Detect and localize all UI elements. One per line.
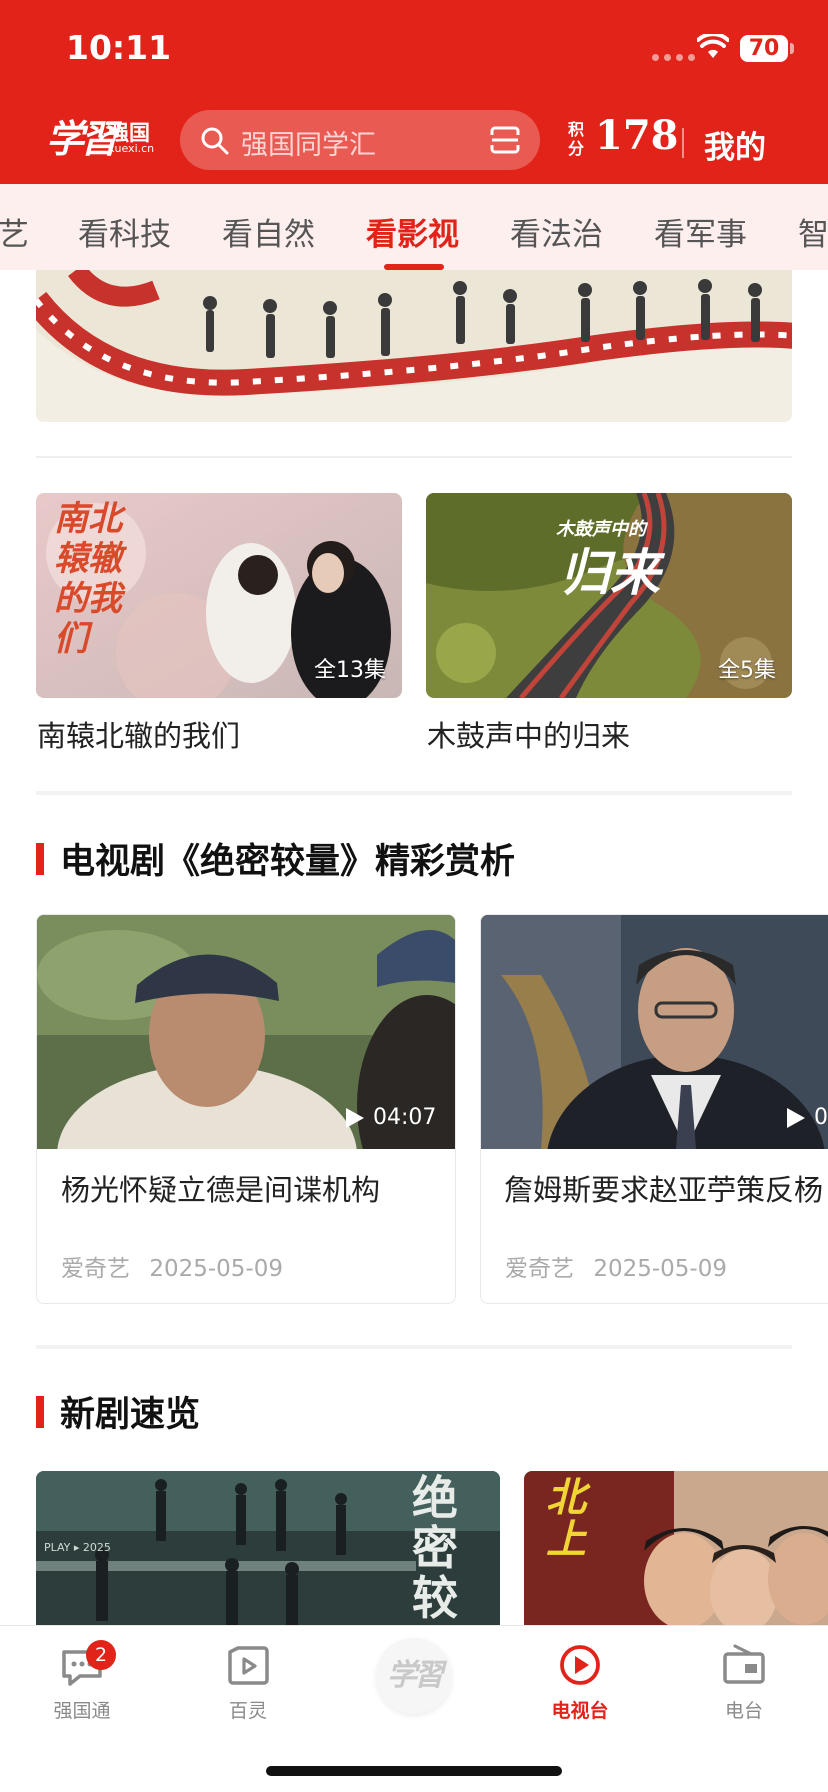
poster-text: 南北辕辙的我们 xyxy=(54,499,122,659)
logo-url: xuexi.cn xyxy=(108,142,155,155)
tab-nature[interactable]: 看自然 xyxy=(222,209,315,254)
video-thumbnail: 04:07 xyxy=(37,915,455,1149)
status-time: 10:11 xyxy=(66,28,172,67)
drama-poster-card[interactable]: 北上 xyxy=(524,1471,828,1625)
section-marker xyxy=(36,1396,44,1428)
notification-badge: 2 xyxy=(86,1640,116,1670)
nav-label: 百灵 xyxy=(228,1700,267,1722)
category-tabs: 艺 看科技 看自然 看影视 看法治 看军事 智 xyxy=(0,184,828,270)
video-card[interactable]: 04:07 杨光怀疑立德是间谍机构 爱奇艺 2025-05-09 xyxy=(36,914,456,1304)
section-title[interactable]: 电视剧《绝密较量》精彩赏析 xyxy=(60,833,515,884)
app-header: 10:11 70 学習 强国 xuexi.cn 强国同学汇 积分 178 我的 xyxy=(0,0,828,184)
points-value: 178 xyxy=(595,112,679,159)
video-duration: 0 xyxy=(786,1105,828,1130)
nav-dianshitai[interactable]: 电视台 xyxy=(520,1640,640,1723)
video-source: 爱奇艺 xyxy=(61,1256,130,1282)
nav-qiangguotong[interactable]: 强国通 2 xyxy=(22,1640,142,1723)
feature-thumbnail: 南北辕辙的我们 全13集 xyxy=(36,493,402,698)
duration-text: 04:07 xyxy=(373,1105,437,1130)
tab-military[interactable]: 看军事 xyxy=(654,209,747,254)
play-square-icon xyxy=(228,1646,269,1685)
episode-count: 全13集 xyxy=(314,658,386,683)
nav-diantai[interactable]: 电台 xyxy=(684,1640,804,1723)
radio-icon xyxy=(723,1644,765,1684)
feature-thumbnail: 木鼓声中的 归来 全5集 xyxy=(426,493,792,698)
banner-illustration xyxy=(36,270,792,422)
section-divider xyxy=(36,1345,792,1349)
video-card[interactable]: 0 詹姆斯要求赵亚苧策反杨 爱奇艺 2025-05-09 xyxy=(480,914,828,1304)
poster-text: 北上 xyxy=(546,1474,586,1563)
home-indicator[interactable] xyxy=(266,1766,562,1776)
nav-label: 电台 xyxy=(724,1700,763,1722)
tv-play-icon xyxy=(560,1645,600,1685)
nav-bailing[interactable]: 百灵 xyxy=(188,1640,308,1723)
tab-film-tv[interactable]: 看影视 xyxy=(366,209,459,254)
battery-icon: 70 xyxy=(740,35,788,62)
poster-text: 绝密较量 xyxy=(412,1471,458,1625)
play-icon xyxy=(787,1107,805,1128)
film-banner-image[interactable] xyxy=(36,270,792,422)
scan-icon[interactable] xyxy=(490,126,520,154)
nav-label: 电视台 xyxy=(551,1700,609,1722)
mine-button[interactable]: 我的 xyxy=(704,122,766,167)
play-icon xyxy=(346,1107,364,1128)
wifi-icon xyxy=(697,34,729,58)
xuexi-home-button[interactable]: 学習 xyxy=(376,1638,452,1714)
header-divider xyxy=(682,128,684,158)
section-marker xyxy=(36,843,44,875)
signal-icon xyxy=(652,54,695,61)
duration-text: 0 xyxy=(814,1105,828,1130)
feature-title: 南辕北辙的我们 xyxy=(37,719,241,753)
search-icon xyxy=(201,127,229,155)
feature-title: 木鼓声中的归来 xyxy=(427,719,631,753)
drama-poster-card[interactable]: PLAY ▸ 2025 绝密较量 xyxy=(36,1471,500,1625)
nav-label: 强国通 xyxy=(53,1700,111,1722)
feature-card[interactable]: 木鼓声中的 归来 全5集 木鼓声中的归来 xyxy=(426,493,792,753)
video-thumbnail: 0 xyxy=(481,915,828,1149)
video-source: 爱奇艺 xyxy=(505,1256,574,1282)
logo-script: 学習 xyxy=(46,116,118,161)
video-duration: 04:07 xyxy=(345,1105,436,1130)
battery-tip xyxy=(790,43,794,54)
episode-count: 全5集 xyxy=(718,658,776,683)
section-divider xyxy=(36,791,792,795)
divider xyxy=(36,456,792,458)
video-title: 杨光怀疑立德是间谍机构 xyxy=(61,1173,381,1207)
tab-science[interactable]: 看科技 xyxy=(78,209,171,254)
app-screen: { "status_bar": {"time": "10:11", "batte… xyxy=(0,0,828,1792)
tab-art[interactable]: 艺 xyxy=(0,209,29,254)
tab-wisdom[interactable]: 智 xyxy=(798,209,828,254)
section-title[interactable]: 新剧速览 xyxy=(60,1386,200,1437)
feature-card[interactable]: 南北辕辙的我们 全13集 南辕北辙的我们 xyxy=(36,493,402,753)
tab-law[interactable]: 看法治 xyxy=(510,209,603,254)
search-placeholder: 强国同学汇 xyxy=(241,130,376,161)
points-label: 积分 xyxy=(568,120,585,158)
video-meta: 爱奇艺 2025-05-09 xyxy=(505,1249,739,1283)
search-input[interactable]: 强国同学汇 xyxy=(180,110,540,170)
video-still-image xyxy=(481,915,828,1149)
video-date: 2025-05-09 xyxy=(149,1256,283,1282)
poster-text: 归来 xyxy=(560,543,660,602)
video-meta: 爱奇艺 2025-05-09 xyxy=(61,1249,295,1283)
video-title: 詹姆斯要求赵亚苧策反杨 xyxy=(504,1173,824,1207)
video-date: 2025-05-09 xyxy=(593,1256,727,1282)
poster-small-text: PLAY ▸ 2025 xyxy=(44,1541,111,1554)
xuexi-logo[interactable]: 学習 强国 xuexi.cn xyxy=(46,108,156,161)
